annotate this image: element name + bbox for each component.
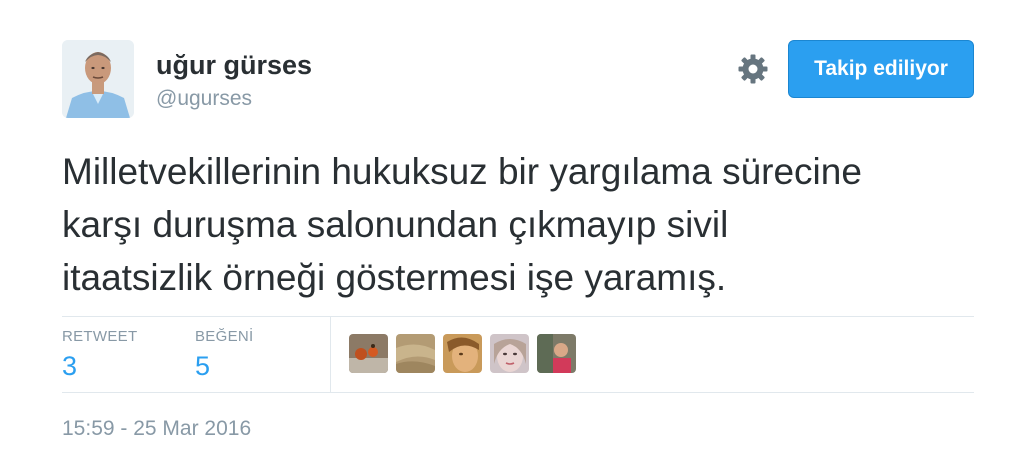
like-stat[interactable]: BEĞENİ 5 <box>195 328 253 382</box>
retweet-count[interactable]: 3 <box>62 351 137 382</box>
stats-top-divider <box>62 316 974 317</box>
author-avatar-image <box>62 40 134 118</box>
liker-avatar[interactable] <box>396 334 435 373</box>
tweet-text-line: Milletvekillerinin hukuksuz bir yargılam… <box>62 151 862 192</box>
following-button[interactable]: Takip ediliyor <box>788 40 974 98</box>
like-label: BEĞENİ <box>195 328 254 345</box>
liker-avatar[interactable] <box>443 334 482 373</box>
tweet-text-line: karşı duruşma salonundan çıkmayıp sivil <box>62 204 729 245</box>
liker-avatar[interactable] <box>537 334 576 373</box>
stats-bottom-divider <box>62 392 974 393</box>
retweet-stat[interactable]: RETWEET 3 <box>62 328 137 382</box>
liker-avatar[interactable] <box>349 334 388 373</box>
like-count[interactable]: 5 <box>195 351 253 382</box>
tweet-timestamp[interactable]: 15:59 - 25 Mar 2016 <box>62 417 251 441</box>
stats-separator <box>330 316 331 392</box>
gear-icon[interactable] <box>737 53 769 85</box>
tweet-text: Milletvekillerinin hukuksuz bir yargılam… <box>62 145 972 304</box>
retweet-label: RETWEET <box>62 328 138 345</box>
author-screen-name[interactable]: @ugurses <box>156 87 252 111</box>
tweet-text-line: itaatsizlik örneği göstermesi işe yaramı… <box>62 257 727 298</box>
author-avatar[interactable] <box>62 40 134 118</box>
author-display-name[interactable]: uğur gürses <box>156 50 312 81</box>
liker-avatars <box>349 334 576 373</box>
liker-avatar[interactable] <box>490 334 529 373</box>
